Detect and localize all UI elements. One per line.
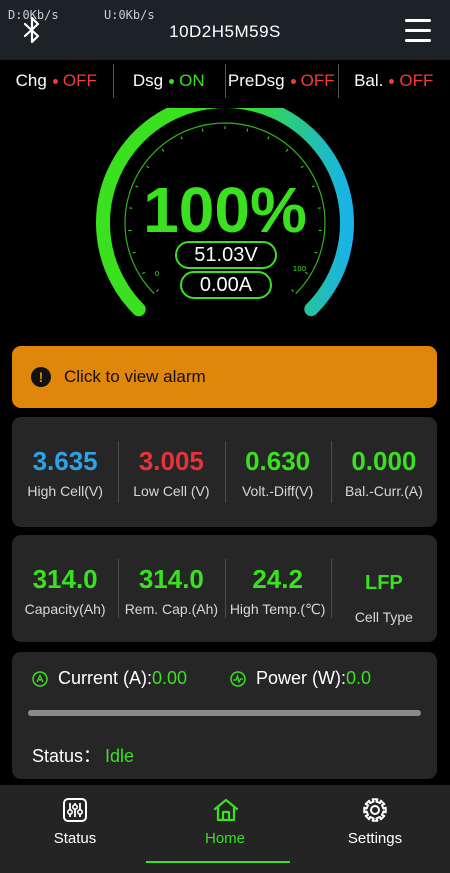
stat-label: Capacity(Ah) bbox=[24, 601, 106, 617]
low-cell-stat: 3.005 Low Cell (V) bbox=[118, 417, 224, 527]
load-progress-bar bbox=[28, 710, 421, 716]
gauge-tick bbox=[314, 251, 318, 254]
stat-label: High Cell(V) bbox=[27, 483, 103, 499]
alarm-label: Click to view alarm bbox=[64, 367, 206, 386]
capacity-card: 314.0 Capacity(Ah) 314.0 Rem. Cap.(Ah) 2… bbox=[12, 535, 437, 642]
status-dot bbox=[52, 78, 58, 84]
stat-value: 0.630 bbox=[245, 446, 311, 476]
gauge-tick bbox=[132, 251, 136, 254]
stat-label: Volt.-Diff(V) bbox=[241, 483, 314, 499]
current-label: Current (A): bbox=[58, 668, 153, 688]
switch-state: OFF bbox=[300, 71, 335, 90]
status-dot bbox=[389, 78, 395, 84]
charge-switch-status: Chg OFF bbox=[0, 62, 113, 100]
power-reading: Power (W): 0.0 bbox=[230, 668, 371, 689]
power-value: 0.0 bbox=[346, 668, 372, 688]
status-dot bbox=[290, 78, 296, 84]
status-sliders-icon bbox=[63, 798, 87, 822]
gauge-tick bbox=[291, 289, 294, 292]
stat-value: 3.635 bbox=[32, 446, 98, 476]
switch-name: PreDsg bbox=[227, 71, 285, 90]
gauge-tick bbox=[267, 136, 270, 140]
gauge-tick bbox=[246, 128, 249, 132]
switch-state: OFF bbox=[62, 71, 97, 90]
stat-label: Cell Type bbox=[354, 609, 413, 625]
stat-value: LFP bbox=[364, 572, 403, 594]
stat-label: Low Cell (V) bbox=[133, 483, 210, 499]
nav-status[interactable]: Status bbox=[0, 785, 150, 873]
switch-status-row: Chg OFF Dsg ON PreDsg OFF Bal. OFF bbox=[0, 62, 450, 100]
stat-value: 314.0 bbox=[32, 564, 98, 594]
status-dot bbox=[169, 78, 175, 84]
discharge-switch-status: Dsg ON bbox=[112, 62, 226, 100]
stat-label: Bal.-Curr.(A) bbox=[344, 483, 423, 499]
stat-value: 3.005 bbox=[138, 446, 204, 476]
current-readout: 0.00A bbox=[180, 271, 272, 299]
volt-diff-stat: 0.630 Volt.-Diff(V) bbox=[224, 417, 331, 527]
power-card: Current (A): 0.00 Power (W): 0.0 Status：… bbox=[12, 652, 437, 779]
predischarge-switch-status: PreDsg OFF bbox=[225, 62, 338, 100]
cell-type-stat: LFP Cell Type bbox=[330, 535, 437, 642]
alert-icon: ! bbox=[31, 367, 51, 387]
switch-name: Dsg bbox=[132, 71, 164, 90]
voltage-readout: 51.03V bbox=[175, 241, 277, 269]
cell-stats-card: 3.635 High Cell(V) 3.005 Low Cell (V) 0.… bbox=[12, 417, 437, 527]
active-tab-indicator bbox=[146, 861, 290, 863]
device-name: 10D2H5M59S bbox=[169, 22, 281, 41]
menu-icon[interactable] bbox=[405, 19, 431, 43]
gauge-tick bbox=[146, 165, 150, 169]
balance-switch-status: Bal. OFF bbox=[337, 62, 450, 100]
gauge-tick bbox=[285, 148, 289, 152]
gauge-tick bbox=[156, 289, 159, 292]
switch-name: Chg bbox=[15, 71, 47, 90]
switch-state: OFF bbox=[399, 71, 434, 90]
nav-label: Status bbox=[53, 830, 97, 847]
alarm-banner[interactable]: ! Click to view alarm bbox=[12, 346, 437, 408]
nav-label: Settings bbox=[347, 830, 403, 847]
remaining-capacity-stat: 314.0 Rem. Cap.(Ah) bbox=[118, 535, 224, 642]
soc-gauge: 0 100 100% 51.03V 0.00A bbox=[90, 108, 360, 348]
nav-label: Home bbox=[204, 830, 245, 847]
gauge-tick bbox=[201, 128, 204, 132]
status-value: Idle bbox=[105, 746, 135, 766]
stat-value: 314.0 bbox=[138, 564, 204, 594]
switch-state: ON bbox=[179, 71, 205, 90]
status-line: Status： Idle bbox=[32, 742, 134, 768]
home-icon bbox=[213, 798, 239, 822]
current-reading: Current (A): 0.00 bbox=[32, 668, 187, 689]
stat-label: Rem. Cap.(Ah) bbox=[124, 601, 219, 617]
scale-min-label: 0 bbox=[155, 270, 159, 278]
gauge-tick bbox=[142, 271, 146, 275]
power-icon bbox=[230, 670, 246, 687]
balance-current-stat: 0.000 Bal.-Curr.(A) bbox=[330, 417, 437, 527]
scale-max-label: 100 bbox=[293, 265, 306, 273]
high-temp-stat: 24.2 High Temp.(℃) bbox=[224, 535, 331, 642]
gauge-tick bbox=[161, 148, 165, 152]
current-icon bbox=[32, 670, 48, 687]
stat-label: High Temp.(℃) bbox=[229, 601, 326, 617]
stat-value: 24.2 bbox=[252, 564, 303, 594]
status-label: Status： bbox=[32, 746, 102, 766]
switch-name: Bal. bbox=[354, 71, 384, 90]
bottom-nav: Status Home Settings bbox=[0, 785, 450, 873]
capacity-stat: 314.0 Capacity(Ah) bbox=[12, 535, 118, 642]
top-bar: D:0Kb/s U:0Kb/s 10D2H5M59S bbox=[0, 0, 450, 60]
nav-settings[interactable]: Settings bbox=[300, 785, 450, 873]
power-label: Power (W): bbox=[256, 668, 346, 688]
soc-percentage: 100% bbox=[143, 174, 307, 246]
high-cell-stat: 3.635 High Cell(V) bbox=[12, 417, 118, 527]
gauge-tick bbox=[300, 165, 304, 169]
current-value: 0.00 bbox=[152, 668, 188, 688]
stat-value: 0.000 bbox=[351, 446, 417, 476]
gear-icon bbox=[363, 798, 387, 822]
upload-rate: U:0Kb/s bbox=[104, 8, 155, 22]
gauge-tick bbox=[180, 136, 183, 140]
nav-home[interactable]: Home bbox=[150, 785, 300, 873]
